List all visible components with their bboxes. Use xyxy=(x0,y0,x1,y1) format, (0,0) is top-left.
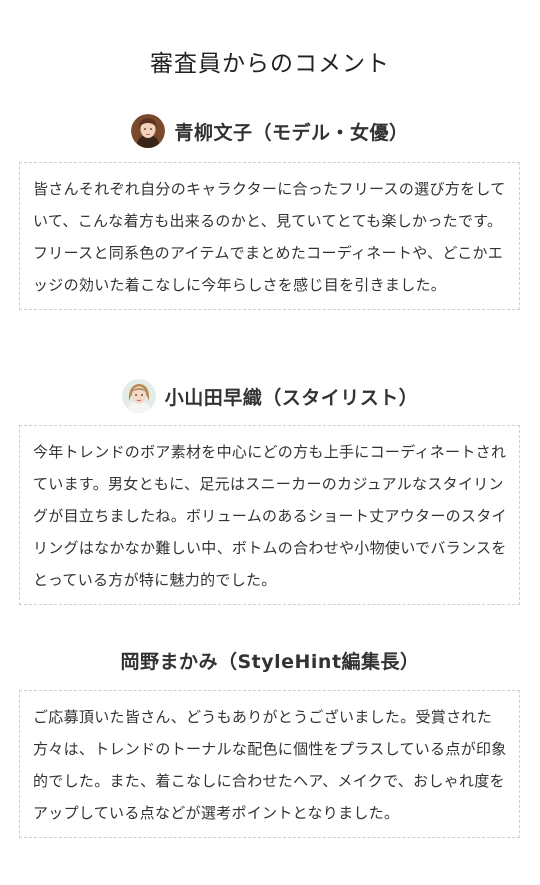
comment-text: 今年トレンドのボア素材を中心にどの方も上手にコーディネートされています。男女とも… xyxy=(33,443,507,589)
comment-box: 今年トレンドのボア素材を中心にどの方も上手にコーディネートされています。男女とも… xyxy=(19,425,520,605)
judge-header-okano: 岡野まかみ（StyleHint編集長） xyxy=(0,642,540,678)
comment-box: ご応募頂いた皆さん、どうもありがとうございました。受賞された方々は、トレンドのト… xyxy=(19,690,520,838)
judge-name: 岡野まかみ（StyleHint編集長） xyxy=(120,650,420,673)
judge-name: 小山田早織（スタイリスト） xyxy=(164,386,419,409)
portrait-photo-icon xyxy=(131,114,166,148)
comment-text: ご応募頂いた皆さん、どうもありがとうございました。受賞された方々は、トレンドのト… xyxy=(33,708,507,822)
avatar xyxy=(121,379,156,413)
judge-header-oyamada: 小山田早織（スタイリスト） xyxy=(0,378,540,414)
comment-box: 皆さんそれぞれ自分のキャラクターに合ったフリースの選び方をしていて、こんな着方も… xyxy=(19,162,520,310)
avatar xyxy=(131,114,166,148)
portrait-photo-icon xyxy=(121,379,156,413)
judge-header-aoyagi: 青柳文子（モデル・女優） xyxy=(0,113,540,149)
page-title: 審査員からのコメント xyxy=(150,51,390,77)
judge-name: 青柳文子（モデル・女優） xyxy=(174,121,409,144)
comment-text: 皆さんそれぞれ自分のキャラクターに合ったフリースの選び方をしていて、こんな着方も… xyxy=(33,180,506,294)
